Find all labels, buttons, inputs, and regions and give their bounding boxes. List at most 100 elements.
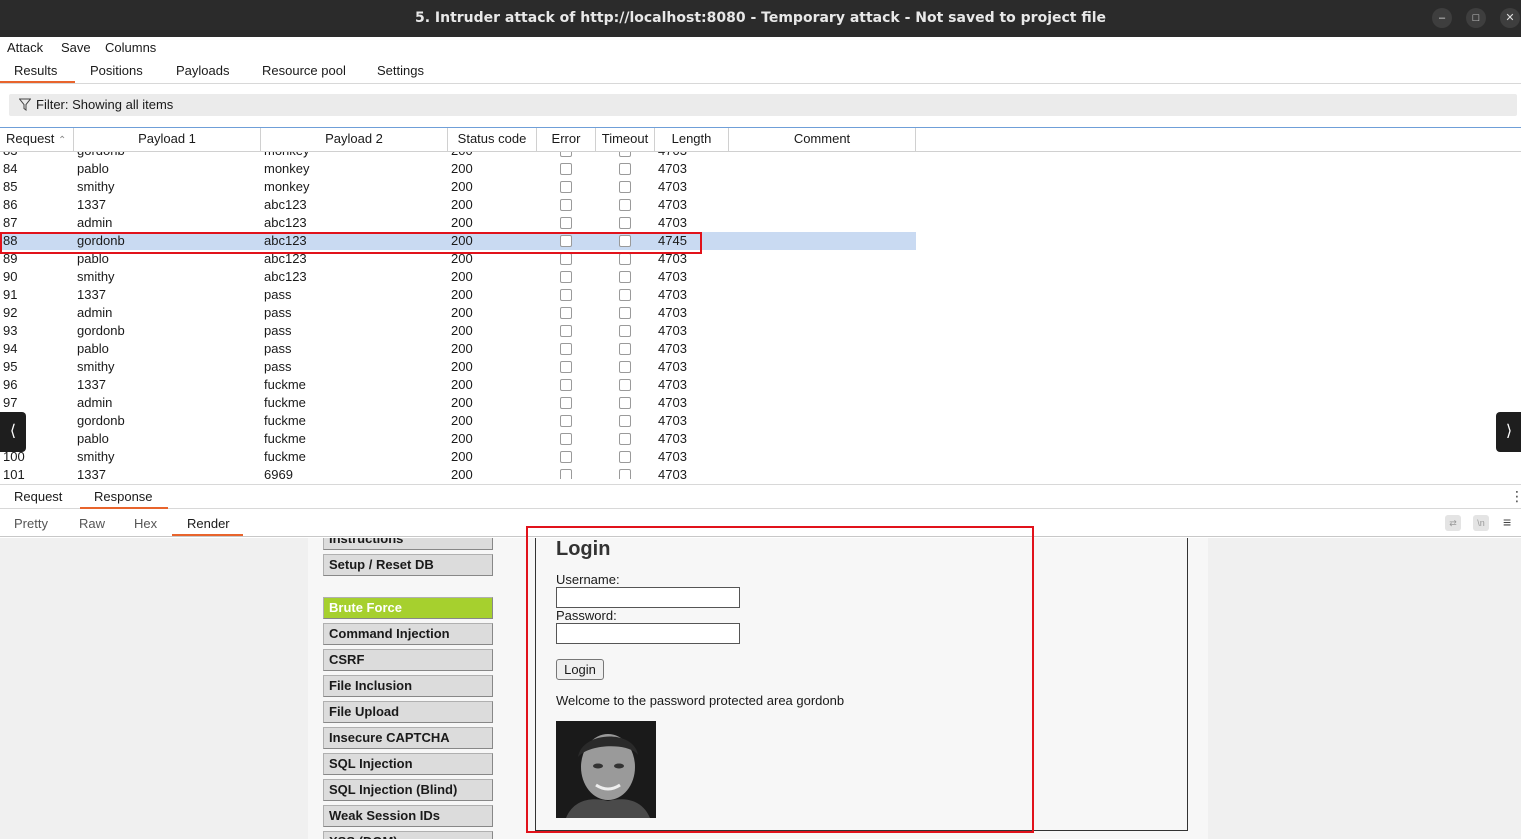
cell-payload1: admin [77, 395, 113, 410]
column-payload2[interactable]: Payload 2 [261, 128, 448, 152]
tab-request[interactable]: Request [14, 489, 62, 504]
column-timeout[interactable]: Timeout [596, 128, 655, 152]
table-row[interactable]: 87 admin abc123 200 4703 [0, 214, 916, 232]
tab-results[interactable]: Results [14, 63, 57, 78]
column-comment[interactable]: Comment [729, 128, 916, 152]
nav-sql-injection-blind[interactable]: SQL Injection (Blind) [323, 779, 493, 801]
table-row[interactable]: 95 smithy pass 200 4703 [0, 358, 916, 376]
attack-tabs: Results Positions Payloads Resource pool… [0, 59, 1521, 84]
tab-pretty[interactable]: Pretty [14, 516, 48, 531]
table-row[interactable]: 100 smithy fuckme 200 4703 [0, 448, 916, 466]
tab-response[interactable]: Response [94, 489, 153, 504]
filter-label: Filter: Showing all items [36, 97, 174, 112]
table-row[interactable]: 99pablofuckme2004703 [0, 430, 916, 448]
timeout-checkbox [619, 307, 631, 319]
column-payload1[interactable]: Payload 1 [74, 128, 261, 152]
table-row[interactable]: 92 admin pass 200 4703 [0, 304, 916, 322]
error-checkbox [560, 379, 572, 391]
sort-ascending-icon: ⌃ [58, 135, 67, 146]
window-titlebar: 5. Intruder attack of http://localhost:8… [0, 0, 1521, 37]
error-checkbox [560, 343, 572, 355]
column-status-code[interactable]: Status code [448, 128, 537, 152]
tab-settings[interactable]: Settings [377, 63, 424, 78]
timeout-checkbox [619, 433, 631, 445]
column-length[interactable]: Length [655, 128, 729, 152]
cell-request: 95 [3, 359, 18, 374]
cell-length: 4703 [658, 323, 687, 338]
tab-render[interactable]: Render [187, 516, 230, 531]
cell-payload2: abc123 [264, 269, 307, 284]
nav-brute-force[interactable]: Brute Force [323, 597, 493, 619]
nav-file-upload[interactable]: File Upload [323, 701, 493, 723]
tab-payloads[interactable]: Payloads [176, 63, 229, 78]
menu-bar: Attack Save Columns [0, 37, 1521, 59]
cell-payload1: smithy [77, 449, 115, 464]
close-icon[interactable]: ✕ [1500, 8, 1520, 28]
nav-weak-session-ids[interactable]: Weak Session IDs [323, 805, 493, 827]
maximize-icon[interactable]: □ [1466, 8, 1486, 28]
nav-command-injection[interactable]: Command Injection [323, 623, 493, 645]
table-row[interactable]: 93 gordonb pass 200 4703 [0, 322, 916, 340]
menu-attack[interactable]: Attack [7, 40, 43, 55]
nav-setup-reset-db[interactable]: Setup / Reset DB [323, 554, 493, 576]
cell-length: 4703 [658, 377, 687, 392]
table-row[interactable]: 97 admin fuckme 200 4703 [0, 394, 916, 412]
table-row[interactable]: 98gordonbfuckme2004703 [0, 412, 916, 430]
cell-status-code: 200 [451, 305, 473, 320]
table-row[interactable]: 84 pablo monkey 200 4703 [0, 160, 916, 178]
tab-hex[interactable]: Hex [134, 516, 157, 531]
cell-status-code: 200 [451, 179, 473, 194]
column-request[interactable]: Request ⌃ [0, 128, 74, 152]
error-checkbox [560, 181, 572, 193]
cell-request: 94 [3, 341, 18, 356]
cell-length: 4703 [658, 287, 687, 302]
minimize-icon[interactable]: – [1432, 8, 1452, 28]
tab-resource-pool[interactable]: Resource pool [262, 63, 346, 78]
more-options-icon[interactable]: ⋮ [1510, 488, 1521, 505]
table-row[interactable]: 96 1337 fuckme 200 4703 [0, 376, 916, 394]
table-row[interactable]: 86 1337 abc123 200 4703 [0, 196, 916, 214]
table-row[interactable]: 85 smithy monkey 200 4703 [0, 178, 916, 196]
cell-length: 4703 [658, 305, 687, 320]
wrap-lines-icon[interactable]: ⇄ [1445, 515, 1461, 531]
hamburger-menu-icon[interactable]: ≡ [1503, 514, 1511, 530]
cell-payload1: pablo [77, 161, 109, 176]
nav-sql-injection[interactable]: SQL Injection [323, 753, 493, 775]
cell-request: 97 [3, 395, 18, 410]
table-row[interactable]: 101 1337 6969 200 4703 [0, 466, 916, 479]
tab-positions[interactable]: Positions [90, 63, 143, 78]
cell-status-code: 200 [451, 341, 473, 356]
cell-length: 4703 [658, 413, 687, 428]
column-error[interactable]: Error [537, 128, 596, 152]
chevron-left-icon[interactable]: ⟨ [0, 412, 26, 452]
cell-payload1: pablo [77, 341, 109, 356]
cell-payload2: monkey [264, 179, 310, 194]
table-row[interactable]: 91 1337 pass 200 4703 [0, 286, 916, 304]
cell-payload1: 1337 [77, 377, 106, 392]
newline-icon[interactable]: \n [1473, 515, 1489, 531]
timeout-checkbox [619, 199, 631, 211]
chevron-right-icon[interactable]: ⟩ [1496, 412, 1521, 452]
nav-insecure-captcha[interactable]: Insecure CAPTCHA [323, 727, 493, 749]
menu-save[interactable]: Save [61, 40, 91, 55]
menu-columns[interactable]: Columns [105, 40, 156, 55]
filter-icon [19, 98, 31, 111]
cell-payload2: 6969 [264, 467, 293, 479]
table-row[interactable]: 94 pablo pass 200 4703 [0, 340, 916, 358]
error-checkbox [560, 451, 572, 463]
cell-request: 93 [3, 323, 18, 338]
nav-file-inclusion[interactable]: File Inclusion [323, 675, 493, 697]
nav-instructions[interactable]: Instructions [323, 538, 493, 550]
cell-payload1: 1337 [77, 287, 106, 302]
cell-payload2: pass [264, 359, 292, 374]
cell-status-code: 200 [451, 359, 473, 374]
filter-bar[interactable]: Filter: Showing all items [9, 94, 1517, 116]
cell-status-code: 200 [451, 323, 473, 338]
nav-xss-dom[interactable]: XSS (DOM) [323, 831, 493, 839]
tab-raw[interactable]: Raw [79, 516, 105, 531]
cell-request: 86 [3, 197, 18, 212]
cell-length: 4703 [658, 431, 687, 446]
cell-status-code: 200 [451, 431, 473, 446]
table-row[interactable]: 90 smithy abc123 200 4703 [0, 268, 916, 286]
nav-csrf[interactable]: CSRF [323, 649, 493, 671]
